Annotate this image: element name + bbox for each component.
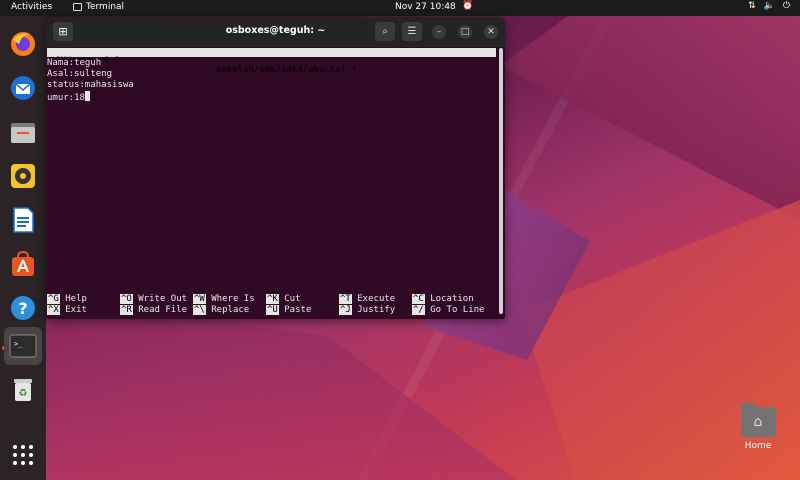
file-line: umur:18 (47, 93, 85, 103)
home-folder-icon: ⌂ (740, 403, 776, 437)
dock: ? >_ ♻ (0, 16, 46, 480)
scrollbar[interactable] (499, 48, 503, 314)
file-line: Asal:sulteng (47, 69, 113, 79)
terminal-window[interactable]: ⊞ osboxes@teguh: ~ ⌕ ☰ – □ ✕ GNU nano 6.… (46, 17, 505, 319)
shortcut-justify: ^J Justify (339, 305, 396, 315)
shortcut-go-to-line: ^/ Go To Line (412, 305, 485, 315)
home-label: Home (744, 441, 772, 451)
volume-icon: 🔈 (763, 1, 775, 11)
activities-button[interactable]: Activities (11, 2, 52, 12)
shortcut-read-file: ^R Read File (120, 305, 188, 315)
file-line: status:mahasiswa (47, 80, 134, 90)
shortcut-replace: ^\ Replace (193, 305, 250, 315)
hamburger-icon: ☰ (407, 26, 417, 37)
home-desktop-icon[interactable]: ⌂ Home (735, 403, 781, 451)
shortcut-execute: ^T Execute (339, 294, 396, 304)
shortcut-exit: ^X Exit (47, 305, 87, 315)
text-cursor (84, 91, 90, 101)
close-button[interactable]: ✕ (484, 25, 498, 39)
shortcut-help: ^G Help (47, 294, 87, 304)
file-line-with-cursor: umur:18 (47, 91, 90, 104)
shortcut-paste: ^U Paste (266, 305, 312, 315)
system-tray[interactable]: ⇅ 🔈 ⏻ (748, 1, 790, 11)
app-menu[interactable]: Terminal (73, 2, 124, 12)
file-line: Nama:teguh (47, 58, 102, 68)
writer-icon[interactable] (7, 204, 39, 236)
terminal-content[interactable]: GNU nano 6.2 sekolah/smk/smk4/aku.txt * … (46, 47, 497, 319)
svg-text:>_: >_ (14, 340, 23, 348)
search-icon: ⌕ (382, 26, 388, 37)
thunderbird-icon[interactable] (7, 72, 39, 104)
wallpaper-facet (46, 300, 516, 480)
power-icon: ⏻ (782, 1, 790, 11)
minimize-button[interactable]: – (432, 25, 446, 39)
svg-text:♻: ♻ (19, 388, 28, 399)
app-grid-icon[interactable] (7, 439, 39, 471)
close-icon: ✕ (487, 26, 495, 37)
terminal-icon (73, 3, 82, 11)
shortcut-write-out: ^O Write Out (120, 294, 188, 304)
menu-button[interactable]: ☰ (402, 22, 422, 41)
clock[interactable]: Nov 27 10:48 (395, 2, 456, 12)
rhythmbox-icon[interactable] (7, 160, 39, 192)
files-icon[interactable] (7, 116, 39, 148)
maximize-button[interactable]: □ (458, 25, 472, 39)
wallpaper-facet (500, 0, 800, 220)
window-titlebar[interactable]: ⊞ osboxes@teguh: ~ ⌕ ☰ – □ ✕ (46, 17, 505, 47)
software-icon[interactable] (7, 248, 39, 280)
trash-icon[interactable]: ♻ (7, 373, 39, 405)
network-icon: ⇅ (748, 1, 756, 11)
shortcut-location: ^C Location (412, 294, 474, 304)
search-button[interactable]: ⌕ (375, 22, 395, 41)
nano-header: GNU nano 6.2 sekolah/smk/smk4/aku.txt * (47, 48, 496, 75)
app-name: Terminal (86, 2, 125, 12)
maximize-icon: □ (460, 26, 470, 37)
alarm-icon: ⏰ (462, 1, 474, 11)
nano-filename: sekolah/smk/smk4/aku.txt * (216, 65, 357, 75)
help-icon[interactable]: ? (7, 292, 39, 324)
minimize-icon: – (436, 26, 442, 37)
shortcut-cut: ^K Cut (266, 294, 301, 304)
terminal-icon[interactable]: >_ (4, 327, 42, 365)
firefox-icon[interactable] (7, 28, 39, 60)
svg-text:?: ? (18, 299, 27, 318)
top-bar: Activities Terminal Nov 27 10:48 ⏰ ⇅ 🔈 ⏻ (0, 0, 800, 16)
shortcut-where-is: ^W Where Is (193, 294, 255, 304)
